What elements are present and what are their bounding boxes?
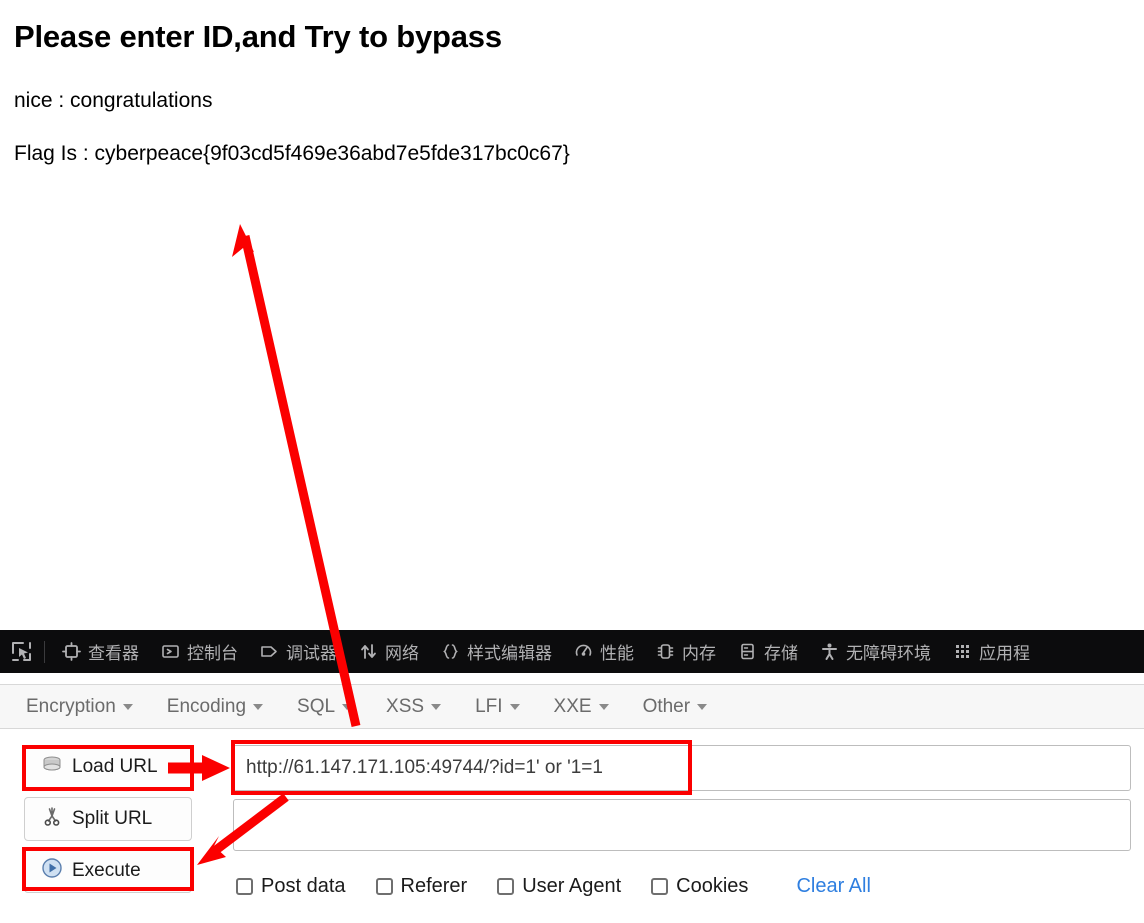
devtools-tab-style-editor[interactable]: 样式编辑器	[430, 630, 563, 673]
hackbar-menu-label: Other	[642, 695, 691, 717]
screen-root: Please enter ID,and Try to bypass nice :…	[0, 0, 1144, 923]
hackbar-menu-label: XSS	[386, 695, 425, 717]
hackbar-menu-xss[interactable]: XSS	[386, 695, 442, 718]
devtools-tab-inspector[interactable]: 查看器	[51, 630, 150, 673]
split-url-button[interactable]: Split URL	[24, 797, 192, 841]
load-url-button[interactable]: Load URL	[24, 745, 192, 789]
toolbar-divider	[44, 640, 45, 663]
debugger-icon	[260, 642, 279, 661]
devtools-toolbar: 查看器 控制台 调试器 网络 样式编辑器 性能 内存 存储 无障碍环境 应用程	[0, 630, 1144, 673]
checkbox-label: Post data	[261, 875, 346, 897]
devtools-tab-label: 无障碍环境	[846, 644, 931, 663]
accessibility-icon	[820, 642, 839, 661]
devtools-tab-label: 应用程	[979, 644, 1030, 663]
memory-icon	[656, 642, 675, 661]
application-icon	[953, 642, 972, 661]
hackbar-menu-xxe[interactable]: XXE	[554, 696, 609, 718]
hackbar-menu-label: LFI	[475, 695, 503, 717]
checkbox-user-agent[interactable]: User Agent	[497, 875, 621, 898]
chevron-down-icon	[342, 703, 353, 710]
performance-icon	[574, 642, 593, 661]
play-circle-icon	[41, 857, 63, 885]
devtools-tab-network[interactable]: 网络	[348, 630, 430, 673]
hackbar-input-column	[233, 745, 1144, 851]
url-input[interactable]	[233, 745, 1131, 791]
checkbox-label: Cookies	[676, 875, 749, 897]
checkbox-box[interactable]	[497, 878, 515, 895]
devtools-tab-label: 控制台	[187, 644, 238, 663]
chevron-down-icon	[509, 703, 520, 710]
checkbox-box[interactable]	[375, 878, 393, 895]
hackbar-menu-encryption[interactable]: Encryption	[26, 696, 133, 718]
clear-all-link[interactable]: Clear All	[796, 875, 870, 898]
hackbar-menu-label: XXE	[553, 695, 592, 717]
checkbox-post-data[interactable]: Post data	[236, 875, 346, 898]
devtools-tab-storage[interactable]: 存储	[727, 630, 809, 673]
checkbox-referer[interactable]: Referer	[375, 875, 468, 898]
devtools-tab-accessibility[interactable]: 无障碍环境	[809, 630, 942, 673]
checkbox-label: Referer	[400, 875, 468, 897]
page-title: Please enter ID,and Try to bypass	[14, 19, 502, 54]
execute-label: Execute	[72, 860, 141, 881]
checkbox-label: User Agent	[522, 875, 622, 897]
devtools-tab-label: 查看器	[88, 644, 139, 663]
split-url-label: Split URL	[72, 808, 153, 829]
devtools-tab-label: 内存	[682, 644, 716, 663]
load-url-label: Load URL	[72, 756, 158, 777]
console-icon	[161, 642, 180, 661]
storage-icon	[738, 642, 757, 661]
chevron-down-icon	[253, 703, 264, 710]
execute-button[interactable]: Execute	[24, 849, 192, 893]
devtools-tab-label: 网络	[385, 644, 419, 663]
element-picker-icon[interactable]	[4, 630, 38, 673]
post-data-textarea[interactable]	[233, 799, 1131, 851]
devtools-tab-label: 性能	[600, 644, 634, 663]
checkbox-box[interactable]	[651, 878, 669, 895]
devtools-tab-memory[interactable]: 内存	[645, 630, 727, 673]
chevron-down-icon	[697, 703, 708, 710]
hackbar-options-row: Post data Referer User Agent Cookies Cle…	[236, 875, 871, 898]
network-icon	[359, 642, 378, 661]
chevron-down-icon	[431, 703, 442, 710]
scissors-icon	[41, 805, 63, 833]
devtools-tab-performance[interactable]: 性能	[563, 630, 645, 673]
devtools-tab-label: 样式编辑器	[467, 644, 552, 663]
hackbar-menu-label: Encryption	[26, 695, 116, 717]
hackbar-button-column: Load URL Split URL Execute	[24, 745, 192, 901]
devtools-tab-label: 存储	[764, 644, 798, 663]
hackbar-menu-lfi[interactable]: LFI	[475, 695, 520, 718]
devtools-tab-debugger[interactable]: 调试器	[249, 630, 348, 673]
devtools-tab-label: 调试器	[286, 644, 337, 663]
flag-text: Flag Is : cyberpeace{9f03cd5f469e36abd7e…	[14, 142, 570, 165]
devtools-tab-application[interactable]: 应用程	[942, 630, 1041, 673]
load-url-icon	[41, 754, 63, 780]
checkbox-box[interactable]	[236, 878, 253, 895]
hackbar-menu-bar: Encryption Encoding SQL XSS LFI XXE Othe…	[0, 684, 1144, 729]
chevron-down-icon	[122, 703, 133, 710]
checkbox-cookies[interactable]: Cookies	[651, 875, 748, 898]
inspector-icon	[62, 642, 81, 661]
hackbar-menu-other[interactable]: Other	[643, 696, 708, 718]
result-message: nice : congratulations	[14, 89, 213, 112]
hackbar-menu-sql[interactable]: SQL	[297, 695, 353, 718]
chevron-down-icon	[598, 703, 609, 710]
hackbar-menu-encoding[interactable]: Encoding	[166, 695, 264, 718]
style-editor-icon	[441, 642, 460, 661]
hackbar-menu-label: SQL	[297, 695, 336, 717]
devtools-tab-console[interactable]: 控制台	[150, 630, 249, 673]
hackbar-menu-label: Encoding	[166, 695, 247, 717]
